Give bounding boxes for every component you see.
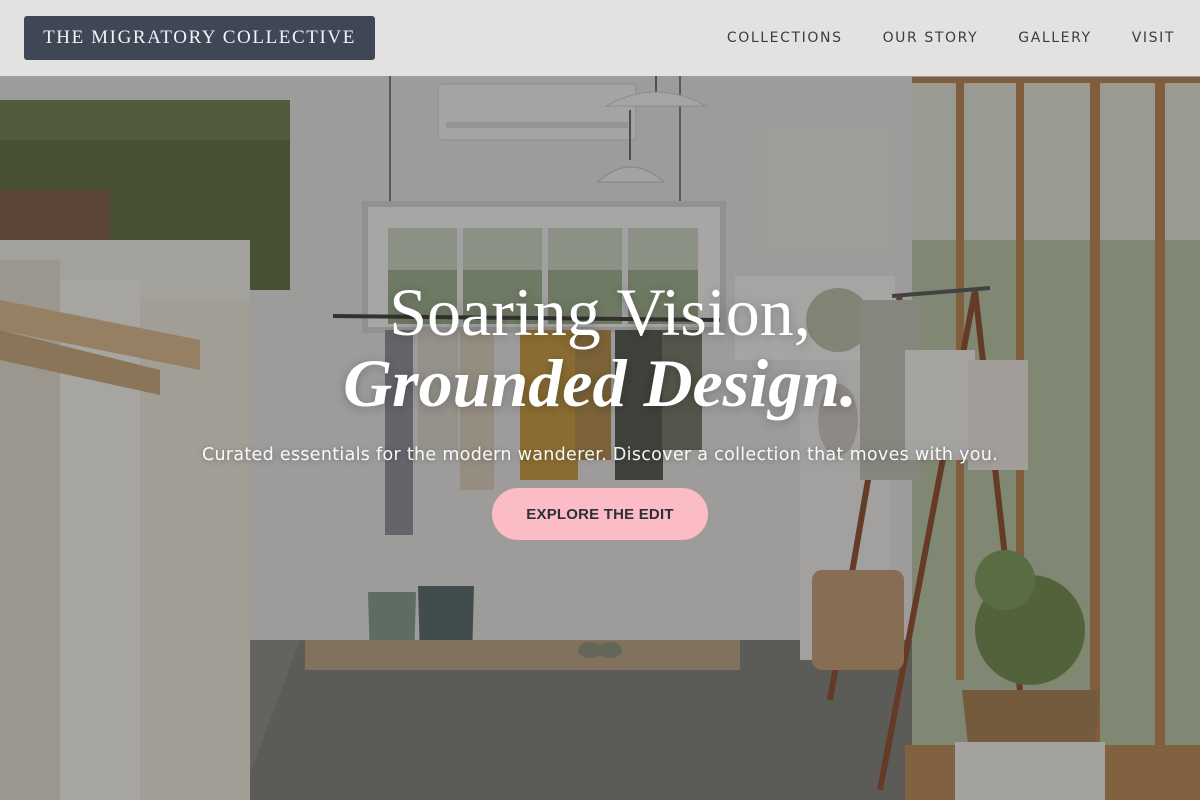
- explore-the-edit-button[interactable]: EXPLORE THE EDIT: [492, 488, 708, 540]
- hero-section: Soaring Vision, Grounded Design. Curated…: [0, 0, 1200, 800]
- hero-headline-line2: Grounded Design.: [343, 345, 857, 421]
- hero-headline-line1: Soaring Vision,: [389, 274, 811, 350]
- hero-tagline: Curated essentials for the modern wander…: [201, 445, 999, 465]
